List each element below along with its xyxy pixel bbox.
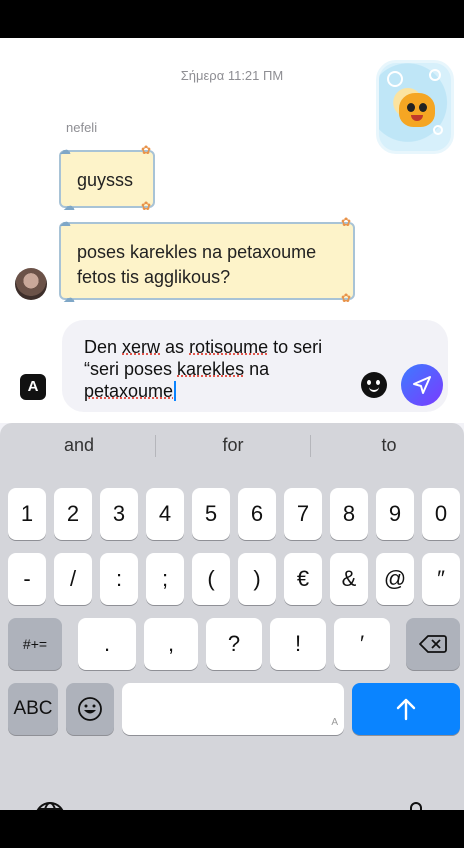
- eye-shape: [419, 103, 427, 112]
- delete-key[interactable]: [406, 618, 460, 670]
- sender-name: nefeli: [66, 120, 98, 135]
- mouth-shape: [369, 387, 379, 392]
- key-comma[interactable]: ,: [144, 618, 198, 670]
- prediction-bar: and for to: [0, 423, 464, 467]
- send-key[interactable]: [352, 683, 460, 735]
- cloud-decoration-icon: ☁: [63, 291, 75, 305]
- send-arrow-icon: [413, 376, 431, 394]
- key-semicolon[interactable]: ;: [146, 553, 184, 605]
- key-more-symbols[interactable]: #+=: [8, 618, 62, 670]
- key-quote[interactable]: ″: [422, 553, 460, 605]
- key-4[interactable]: 4: [146, 488, 184, 540]
- key-at[interactable]: @: [376, 553, 414, 605]
- message-bubble[interactable]: ☁ ✿ ☁ ✿ guysss: [59, 144, 155, 212]
- key-7[interactable]: 7: [284, 488, 322, 540]
- prediction-to[interactable]: to: [314, 423, 464, 467]
- text-segment: as: [160, 337, 190, 357]
- key-ampersand[interactable]: &: [330, 553, 368, 605]
- cloud-decoration-icon: ☁: [59, 143, 71, 157]
- message-input-text: Den xerw as rotisoume to seri “seri pose…: [84, 336, 364, 402]
- key-period[interactable]: .: [78, 618, 136, 670]
- prediction-and[interactable]: and: [4, 423, 154, 467]
- microphone-icon[interactable]: [404, 801, 428, 810]
- space-hint: A: [331, 717, 338, 728]
- key-open-paren[interactable]: (: [192, 553, 230, 605]
- key-5[interactable]: 5: [192, 488, 230, 540]
- chat-area: Σήμερα 11:21 ΠΜ nefeli ☁ ✿ ☁ ✿ guysss ☁ …: [0, 38, 464, 423]
- key-0[interactable]: 0: [422, 488, 460, 540]
- key-colon[interactable]: :: [100, 553, 138, 605]
- misspelled-word[interactable]: rotisoume: [189, 337, 268, 357]
- key-8[interactable]: 8: [330, 488, 368, 540]
- arrow-up-icon: [396, 698, 416, 721]
- misspelled-word[interactable]: xerw: [122, 337, 160, 357]
- key-9[interactable]: 9: [376, 488, 414, 540]
- cat-decoration-icon: ✿: [340, 215, 351, 229]
- key-hyphen[interactable]: -: [8, 553, 46, 605]
- bubble-shape: [433, 125, 443, 135]
- app-drawer-icon[interactable]: A: [20, 374, 46, 400]
- backspace-icon: [419, 635, 447, 653]
- key-6[interactable]: 6: [238, 488, 276, 540]
- key-3[interactable]: 3: [100, 488, 138, 540]
- key-1[interactable]: 1: [8, 488, 46, 540]
- message-text: guysss: [77, 170, 134, 190]
- emoji-icon: [78, 697, 102, 721]
- sticker-image[interactable]: [376, 60, 454, 154]
- eye-shape: [407, 103, 415, 112]
- cat-decoration-icon: ✿: [140, 143, 151, 157]
- globe-icon[interactable]: [34, 801, 66, 810]
- misspelled-word[interactable]: karekles: [177, 359, 244, 379]
- cloud-decoration-icon: ☁: [63, 199, 75, 213]
- sticker-character: [399, 93, 435, 127]
- emoji-key[interactable]: [66, 683, 114, 735]
- message-text: poses karekles na petaxoume fetos tis ag…: [77, 242, 317, 287]
- composer: A Den xerw as rotisoume to seri “seri po…: [0, 320, 464, 420]
- cloud-decoration-icon: ☁: [59, 215, 71, 229]
- avatar[interactable]: [15, 268, 47, 300]
- eye-shape: [376, 380, 380, 385]
- key-2[interactable]: 2: [54, 488, 92, 540]
- key-euro[interactable]: €: [284, 553, 322, 605]
- key-question[interactable]: ?: [206, 618, 262, 670]
- space-key[interactable]: A: [122, 683, 344, 735]
- bubble-shape: [429, 69, 441, 81]
- cat-decoration-icon: ✿: [340, 291, 351, 305]
- key-close-paren[interactable]: ): [238, 553, 276, 605]
- text-cursor: [174, 381, 177, 401]
- bubble-shape: [387, 71, 403, 87]
- cat-decoration-icon: ✿: [140, 199, 151, 213]
- mouth-shape: [411, 115, 423, 121]
- text-segment: to seri: [268, 337, 323, 357]
- message-input[interactable]: Den xerw as rotisoume to seri “seri pose…: [62, 320, 448, 412]
- divider: [155, 435, 156, 457]
- text-segment: “seri poses: [84, 359, 178, 379]
- key-exclamation[interactable]: !: [270, 618, 326, 670]
- send-button[interactable]: [401, 364, 443, 406]
- prediction-for[interactable]: for: [158, 423, 308, 467]
- abc-key[interactable]: ABC: [8, 683, 58, 735]
- key-slash[interactable]: /: [54, 553, 92, 605]
- keyboard: and for to 1 2 3 4 5 6 7 8 9 0 - / : ; (…: [0, 423, 464, 810]
- text-segment: Den: [84, 337, 123, 357]
- misspelled-word[interactable]: petaxoume: [84, 381, 173, 401]
- sticker-button-icon[interactable]: [361, 372, 387, 398]
- divider: [310, 435, 311, 457]
- messaging-screen: Σήμερα 11:21 ΠΜ nefeli ☁ ✿ ☁ ✿ guysss ☁ …: [0, 38, 464, 810]
- text-segment: na: [244, 359, 270, 379]
- eye-shape: [367, 380, 371, 385]
- key-apostrophe[interactable]: ′: [334, 618, 390, 670]
- message-bubble[interactable]: ☁ ✿ ☁ ✿ poses karekles na petaxoume feto…: [59, 216, 355, 304]
